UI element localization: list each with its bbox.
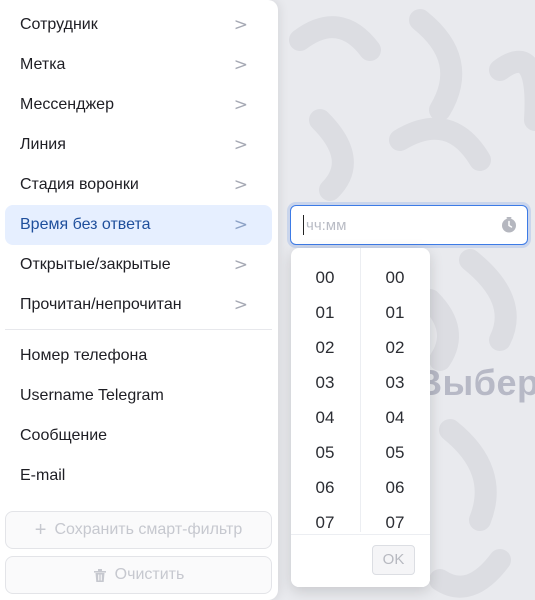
hour-option[interactable]: 04	[291, 400, 359, 435]
trash-icon	[93, 568, 107, 583]
menu-item-label: Сотрудник	[20, 16, 98, 33]
time-input-placeholder: чч:мм	[306, 216, 347, 234]
clock-icon[interactable]	[501, 217, 517, 233]
save-smart-filter-button[interactable]: + Сохранить смарт-фильтр	[5, 511, 272, 549]
hour-option[interactable]: 06	[291, 470, 359, 505]
menu-item-email[interactable]: E-mail	[5, 456, 272, 496]
menu-item-label: Прочитан/непрочитан	[20, 296, 182, 313]
menu-item-no-reply-time[interactable]: Время без ответа >	[5, 205, 272, 245]
menu-item-label: Номер телефона	[20, 347, 148, 364]
time-picker-footer: OK	[291, 534, 430, 587]
minute-option[interactable]: 05	[361, 435, 429, 470]
menu-item-telegram-username[interactable]: Username Telegram	[5, 376, 272, 416]
menu-item-line[interactable]: Линия >	[5, 125, 272, 165]
hour-option[interactable]: 05	[291, 435, 359, 470]
minute-option[interactable]: 03	[361, 365, 429, 400]
ok-button[interactable]: OK	[372, 545, 415, 575]
minute-option[interactable]: 01	[361, 295, 429, 330]
hour-option[interactable]: 03	[291, 365, 359, 400]
menu-item-label: Линия	[20, 136, 66, 153]
menu-item-message[interactable]: Сообщение	[5, 416, 272, 456]
filter-menu: Сотрудник > Метка > Мессенджер > Линия >…	[0, 0, 278, 600]
menu-item-label: Сообщение	[20, 427, 108, 444]
chevron-right-icon: >	[233, 175, 248, 195]
menu-item-read-unread[interactable]: Прочитан/непрочитан >	[5, 285, 272, 325]
minutes-column[interactable]: 00 01 02 03 04 05 06 07	[361, 260, 429, 535]
menu-item-messenger[interactable]: Мессенджер >	[5, 85, 272, 125]
chevron-right-icon: >	[233, 95, 248, 115]
menu-item-label: Открытые/закрытые	[20, 256, 171, 273]
save-smart-filter-label: Сохранить смарт-фильтр	[54, 521, 243, 538]
menu-item-label: Username Telegram	[20, 387, 164, 404]
menu-item-label: Метка	[20, 56, 66, 73]
menu-item-label: Мессенджер	[20, 96, 114, 113]
minute-option[interactable]: 06	[361, 470, 429, 505]
menu-item-phone[interactable]: Номер телефона	[5, 336, 272, 376]
hour-option[interactable]: 00	[291, 260, 359, 295]
menu-item-label: Время без ответа	[20, 216, 151, 233]
chevron-right-icon: >	[233, 55, 248, 75]
text-caret	[303, 215, 304, 235]
menu-item-label: E-mail	[20, 467, 66, 484]
hour-option[interactable]: 07	[291, 505, 359, 535]
chevron-right-icon: >	[233, 255, 248, 275]
background-heading: Выбер	[416, 362, 535, 403]
menu-item-label: Стадия воронки	[20, 176, 139, 193]
hour-option[interactable]: 02	[291, 330, 359, 365]
plus-icon: +	[34, 518, 47, 541]
minute-option[interactable]: 00	[361, 260, 429, 295]
chevron-right-icon: >	[233, 295, 248, 315]
chevron-right-icon: >	[233, 135, 248, 155]
menu-item-open-closed[interactable]: Открытые/закрытые >	[5, 245, 272, 285]
chevron-right-icon: >	[233, 215, 248, 235]
menu-divider	[5, 329, 272, 330]
minute-option[interactable]: 04	[361, 400, 429, 435]
menu-item-employee[interactable]: Сотрудник >	[5, 5, 272, 45]
menu-item-tag[interactable]: Метка >	[5, 45, 272, 85]
time-picker-dropdown: 00 01 02 03 04 05 06 07 00 01 02 03 04 0…	[291, 248, 430, 587]
minute-option[interactable]: 07	[361, 505, 429, 535]
menu-item-funnel-stage[interactable]: Стадия воронки >	[5, 165, 272, 205]
minute-option[interactable]: 02	[361, 330, 429, 365]
time-input[interactable]: чч:мм	[290, 205, 528, 245]
hours-column[interactable]: 00 01 02 03 04 05 06 07	[291, 260, 359, 535]
clear-button[interactable]: Очистить	[5, 556, 272, 594]
clear-label: Очистить	[114, 566, 185, 583]
chevron-right-icon: >	[233, 15, 248, 35]
hour-option[interactable]: 01	[291, 295, 359, 330]
